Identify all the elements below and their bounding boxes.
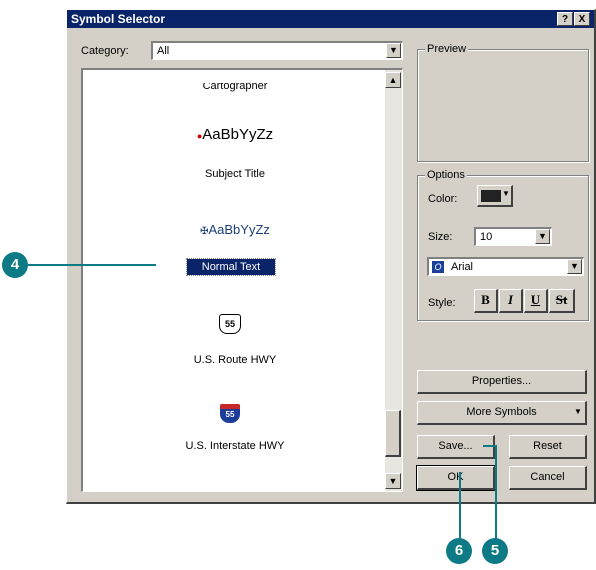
scroll-up-arrow-icon[interactable]: ▲ [385,72,401,88]
size-dropdown-arrow-icon[interactable]: ▼ [535,229,550,244]
symbol-sample-subject-title[interactable]: ●AaBbYyZz [95,126,375,143]
font-dropdown[interactable]: Arial [427,257,584,276]
preview-group: Preview [417,43,589,162]
ok-button[interactable]: OK [416,465,496,491]
dialog-title: Symbol Selector [71,12,166,26]
more-symbols-button[interactable]: More Symbols ▼ [417,401,587,425]
preview-label: Preview [425,43,469,55]
save-label: Save... [438,440,473,452]
underline-button[interactable]: U [524,289,548,313]
color-picker-button[interactable]: ▼ [477,185,513,207]
reset-button[interactable]: Reset [509,435,587,459]
font-value: Arial [451,261,474,273]
title-bar[interactable]: Symbol Selector [67,10,594,28]
italic-button[interactable]: I [499,289,523,313]
size-label: Size: [428,231,453,243]
cancel-button[interactable]: Cancel [509,466,587,490]
scroll-down-arrow-icon[interactable]: ▼ [385,473,401,489]
category-dropdown[interactable]: All [151,41,403,60]
reset-label: Reset [533,440,562,452]
symbol-selector-dialog: Symbol Selector ? X Category: All ▼ ▲ ▼ … [66,9,596,504]
callout-4: 4 [2,252,28,278]
properties-label: Properties... [471,375,532,387]
category-label: Category: [81,45,129,57]
scroll-thumb[interactable] [385,410,401,457]
symbol-label-subject-title[interactable]: Subject Title [95,168,375,180]
callout-5: 5 [482,538,508,564]
options-label: Options [425,169,467,181]
callout-6-line [459,472,461,540]
us-route-shield-icon[interactable]: 55 [219,314,241,334]
callout-5-line [495,445,497,540]
symbol-label-us-route[interactable]: U.S. Route HWY [95,354,375,366]
style-label: Style: [428,297,456,309]
close-button[interactable]: X [574,12,590,26]
cancel-label: Cancel [530,471,565,483]
properties-button[interactable]: Properties... [417,370,587,394]
color-dropdown-arrow-icon: ▼ [502,189,510,198]
save-button[interactable]: Save... [417,435,495,459]
symbol-label-normal-text-selected[interactable]: Normal Text [186,258,276,276]
strikethrough-button[interactable]: St [549,289,575,313]
color-swatch [481,190,501,202]
symbol-sample-normal-text[interactable]: ✠AaBbYyZz [95,222,375,237]
category-value: All [157,45,170,57]
bold-button[interactable]: B [474,289,498,313]
help-button[interactable]: ? [557,12,573,26]
symbol-label-us-interstate[interactable]: U.S. Interstate HWY [95,440,375,452]
interstate-shield-icon[interactable]: 55 [220,404,240,423]
callout-6: 6 [446,538,472,564]
callout-4-line [28,264,156,266]
symbol-list-scrollbar[interactable]: ▲ ▼ [385,70,402,491]
options-group: Options Color: ▼ Size: 10 ▼ Arial O ▼ St… [417,169,589,321]
more-symbols-label: More Symbols [466,406,537,418]
symbol-list[interactable]: ▲ ▼ Cartographer ●AaBbYyZz Subject Title… [81,68,403,492]
font-dropdown-arrow-icon[interactable]: ▼ [567,259,582,274]
symbol-label-cartographer[interactable]: Cartographer [95,83,375,93]
more-symbols-arrow-icon: ▼ [574,407,582,416]
category-dropdown-arrow-icon[interactable]: ▼ [386,43,401,58]
size-value: 10 [480,231,493,243]
ok-label: OK [447,471,464,483]
color-label: Color: [428,193,458,205]
opentype-font-icon: O [432,261,444,273]
